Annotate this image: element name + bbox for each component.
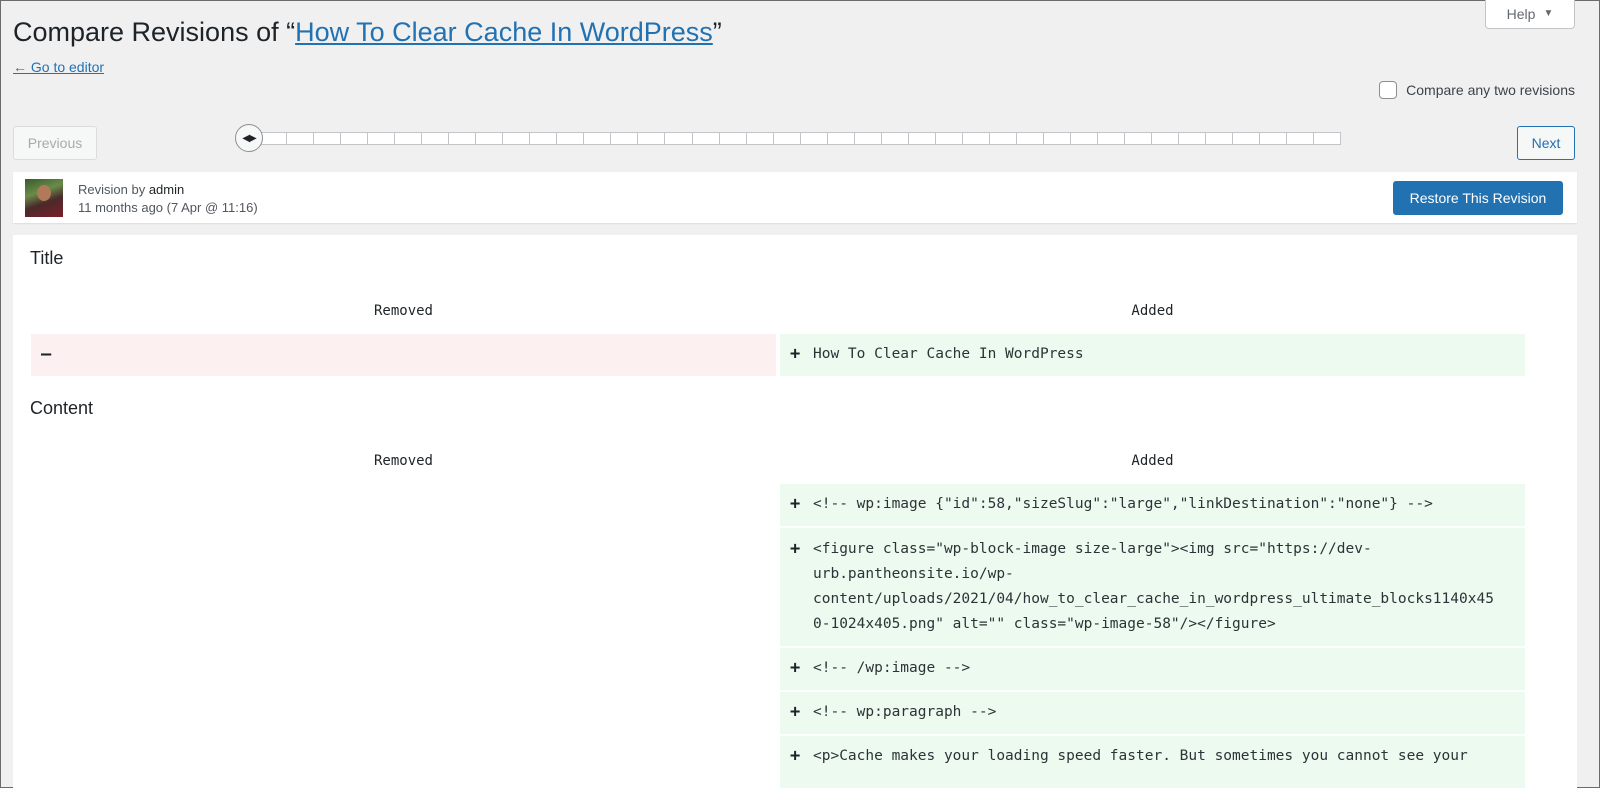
revision-slider-track[interactable] — [259, 132, 1342, 145]
caret-down-icon: ▼ — [1543, 8, 1554, 19]
added-column-header: Added — [1131, 303, 1174, 319]
revision-tick[interactable] — [773, 132, 801, 145]
section-title-content: Content — [30, 398, 94, 418]
compare-any-two-toggle[interactable]: Compare any two revisions — [1379, 81, 1575, 99]
revision-tick[interactable] — [1179, 132, 1207, 145]
plus-icon: + — [790, 494, 801, 514]
content-added-row: + <!-- wp:image {"id":58,"sizeSlug":"lar… — [780, 484, 1525, 526]
revision-tick[interactable] — [557, 132, 585, 145]
revision-tick[interactable] — [1125, 132, 1153, 145]
revision-tick[interactable] — [935, 132, 963, 145]
revision-tick[interactable] — [638, 132, 666, 145]
revision-tick[interactable] — [881, 132, 909, 145]
content-added-row: + <!-- wp:paragraph --> — [780, 692, 1525, 734]
revision-tick[interactable] — [692, 132, 720, 145]
revision-tick[interactable] — [827, 132, 855, 145]
revision-tick[interactable] — [530, 132, 558, 145]
revision-tick[interactable] — [584, 132, 612, 145]
revision-tick[interactable] — [259, 132, 288, 145]
revision-tick[interactable] — [287, 132, 315, 145]
plus-icon: + — [790, 702, 801, 722]
section-title-title: Title — [30, 248, 64, 268]
revision-tick[interactable] — [1097, 132, 1125, 145]
slider-handle-icon[interactable]: ◀▶ — [235, 124, 263, 152]
revision-tick[interactable] — [341, 132, 369, 145]
content-added-row: + <p>Cache makes your loading speed fast… — [780, 736, 1525, 788]
diff-panel: Title Removed Added – + How To Clear Cac… — [13, 235, 1577, 788]
revision-tick[interactable] — [1287, 132, 1315, 145]
previous-button[interactable]: Previous — [13, 126, 97, 160]
revision-tick[interactable] — [368, 132, 396, 145]
plus-icon: + — [790, 344, 801, 364]
revision-tick[interactable] — [1016, 132, 1044, 145]
revision-tick[interactable] — [1043, 132, 1071, 145]
revision-tick[interactable] — [1233, 132, 1261, 145]
title-removed-row: – — [31, 334, 776, 376]
page-title: Compare Revisions of “How To Clear Cache… — [13, 17, 722, 48]
title-added-text: How To Clear Cache In WordPress — [813, 346, 1084, 362]
minus-icon: – — [41, 344, 52, 364]
revision-tick[interactable] — [503, 132, 531, 145]
revision-author: admin — [148, 182, 185, 197]
revision-tick[interactable] — [800, 132, 828, 145]
revision-tick[interactable] — [449, 132, 477, 145]
compare-checkbox[interactable] — [1379, 81, 1398, 99]
revision-tick[interactable] — [1152, 132, 1180, 145]
revision-tick[interactable] — [476, 132, 504, 145]
avatar — [25, 179, 63, 217]
compare-label: Compare any two revisions — [1406, 82, 1575, 98]
revision-tick[interactable] — [665, 132, 693, 145]
revision-tick[interactable] — [719, 132, 747, 145]
restore-revision-button[interactable]: Restore This Revision — [1393, 181, 1563, 215]
plus-icon: + — [790, 746, 801, 766]
content-added-row: + <figure class="wp-block-image size-lar… — [780, 528, 1525, 646]
title-prefix: Compare Revisions of “ — [13, 17, 296, 47]
revision-tick[interactable] — [611, 132, 639, 145]
title-added-row: + How To Clear Cache In WordPress — [780, 334, 1525, 376]
revision-tick[interactable] — [962, 132, 990, 145]
revision-author-line: Revision by admin — [78, 182, 185, 197]
revision-tick[interactable] — [854, 132, 882, 145]
post-title-link[interactable]: How To Clear Cache In WordPress — [295, 17, 713, 47]
help-label: Help — [1506, 5, 1536, 22]
plus-icon: + — [790, 539, 801, 559]
go-to-editor-link[interactable]: ← Go to editor — [13, 59, 104, 75]
plus-icon: + — [790, 658, 801, 678]
content-added-row: + <!-- /wp:image --> — [780, 648, 1525, 690]
revision-tick[interactable] — [1070, 132, 1098, 145]
revision-tick[interactable] — [989, 132, 1017, 145]
revision-tick[interactable] — [908, 132, 936, 145]
added-column-header: Added — [1131, 453, 1174, 469]
removed-column-header: Removed — [373, 303, 433, 319]
removed-column-header: Removed — [373, 453, 433, 469]
revision-time: 11 months ago (7 Apr @ 11:16) — [78, 200, 258, 215]
revision-tick[interactable] — [314, 132, 342, 145]
revision-tick[interactable] — [746, 132, 774, 145]
revision-tick[interactable] — [395, 132, 423, 145]
revision-tick[interactable] — [1260, 132, 1288, 145]
revision-tick[interactable] — [1206, 132, 1234, 145]
next-button[interactable]: Next — [1517, 126, 1575, 160]
revision-meta-bar: Revision by admin 11 months ago (7 Apr @… — [13, 172, 1577, 223]
help-button[interactable]: Help ▼ — [1485, 0, 1575, 29]
revision-tick[interactable] — [1314, 132, 1342, 145]
title-suffix: ” — [712, 17, 722, 47]
revision-tick[interactable] — [422, 132, 450, 145]
